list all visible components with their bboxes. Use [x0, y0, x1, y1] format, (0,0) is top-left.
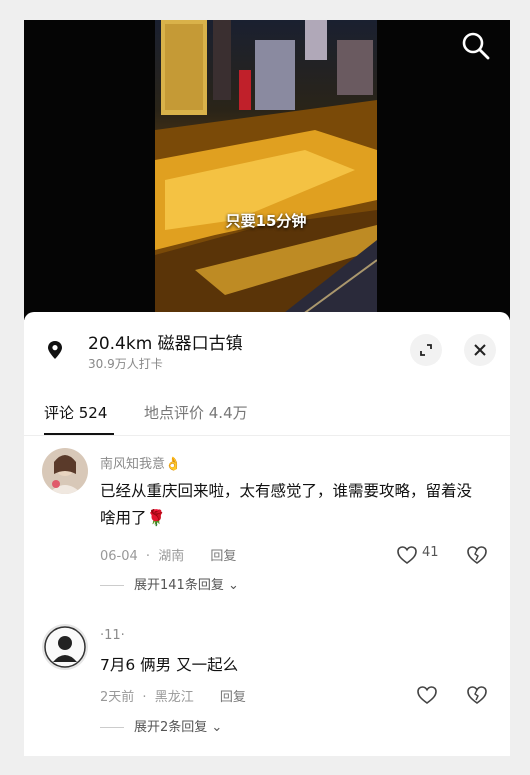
city-night-scene: [155, 20, 377, 320]
like-count: 41: [422, 545, 439, 560]
comment-item: 南风知我意👌 已经从重庆回来啦，太有感觉了，谁需要攻略，留着没啥用了🌹 06-0…: [24, 448, 510, 598]
search-icon[interactable]: [460, 30, 492, 62]
comment-item: ·11· 7月6 俩男 又一起么 2天前 · 黑龙江 回复 展开2条回复 ⌄: [24, 624, 510, 754]
expand-replies-label: 展开141条回复 ⌄: [134, 578, 239, 593]
tab-comments[interactable]: 评论 524: [44, 402, 107, 423]
comments-sheet: 20.4km 磁器口古镇 30.9万人打卡 评论 524 地点评价 4.4万 南…: [24, 312, 510, 756]
expand-replies-button[interactable]: 展开141条回复 ⌄: [100, 574, 239, 593]
comment-meta: 06-04 · 湖南 回复: [100, 549, 237, 564]
video-caption: 只要15分钟: [225, 212, 307, 230]
dislike-button[interactable]: [466, 544, 488, 566]
comment-region: 黑龙江: [154, 690, 194, 705]
like-button[interactable]: [416, 684, 468, 706]
location-header[interactable]: 20.4km 磁器口古镇 30.9万人打卡: [24, 312, 510, 382]
comment-meta: 2天前 · 黑龙江 回复: [100, 690, 246, 705]
video-player[interactable]: 只要15分钟: [24, 20, 510, 320]
broken-heart-icon: [467, 686, 487, 704]
like-button[interactable]: 41: [396, 544, 448, 566]
expand-replies-label: 展开2条回复 ⌄: [134, 720, 223, 735]
broken-heart-icon: [467, 546, 487, 564]
expand-icon: [420, 344, 432, 356]
comment-text: 7月6 俩男 又一起么: [100, 656, 239, 674]
reply-button[interactable]: 回复: [220, 690, 246, 705]
active-tab-indicator: [44, 433, 114, 435]
location-title: 20.4km 磁器口古镇: [88, 334, 243, 354]
dislike-button[interactable]: [466, 684, 488, 706]
location-pin-icon: [46, 340, 64, 360]
expand-replies-button[interactable]: 展开2条回复 ⌄: [100, 716, 222, 735]
avatar[interactable]: [42, 624, 88, 670]
expand-button[interactable]: [410, 334, 442, 366]
close-icon: [474, 344, 486, 356]
tab-place-reviews[interactable]: 地点评价 4.4万: [144, 402, 248, 423]
comment-date: 06-04: [100, 549, 138, 564]
reply-button[interactable]: 回复: [210, 549, 236, 564]
avatar[interactable]: [42, 448, 88, 494]
comment-date: 2天前: [100, 690, 135, 705]
heart-icon: [417, 686, 437, 704]
comment-username[interactable]: ·11·: [100, 628, 125, 643]
heart-icon: [397, 546, 417, 564]
close-button[interactable]: [464, 334, 496, 366]
tab-bar: 评论 524 地点评价 4.4万: [24, 390, 510, 436]
video-frame: 只要15分钟: [155, 20, 377, 320]
comment-region: 湖南: [158, 549, 185, 564]
location-checkins: 30.9万人打卡: [88, 357, 163, 371]
comment-text: 已经从重庆回来啦，太有感觉了，谁需要攻略，留着没啥用了🌹: [100, 482, 473, 527]
comment-username[interactable]: 南风知我意👌: [100, 453, 181, 472]
